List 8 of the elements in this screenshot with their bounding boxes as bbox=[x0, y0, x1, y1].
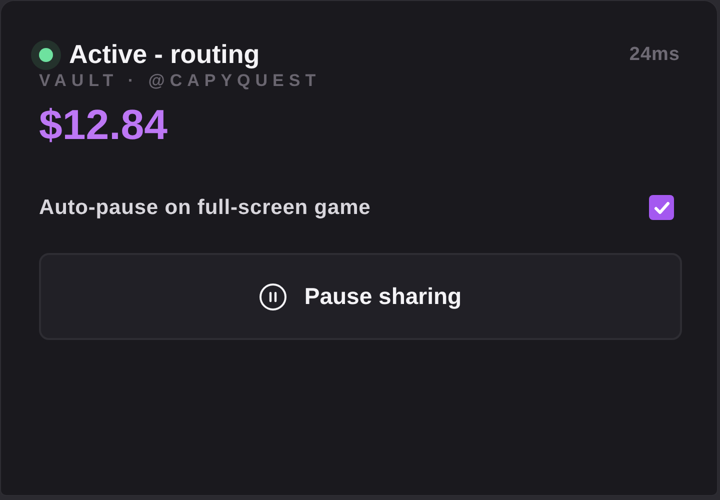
status-title: Active - routing bbox=[69, 39, 260, 70]
account-label: VAULT · @CAPYQUEST bbox=[39, 71, 322, 91]
auto-pause-label: Auto-pause on full-screen game bbox=[39, 196, 371, 220]
pause-sharing-button[interactable]: Pause sharing bbox=[39, 253, 682, 340]
balance-amount: $12.84 bbox=[39, 101, 168, 149]
pause-icon bbox=[259, 282, 288, 310]
latency-label: 24ms bbox=[629, 44, 680, 66]
auto-pause-checkbox[interactable] bbox=[649, 195, 674, 220]
